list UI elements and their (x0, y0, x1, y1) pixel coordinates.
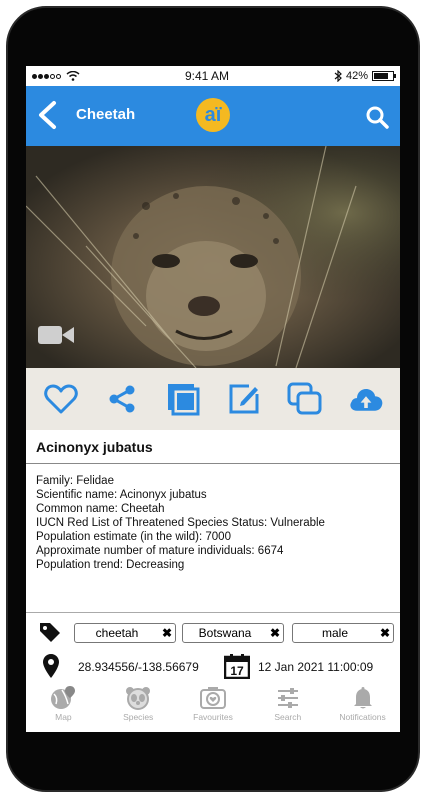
signal-icon (32, 70, 62, 82)
sliders-icon (277, 688, 298, 708)
nav-label: Species (123, 712, 154, 722)
datetime: 12 Jan 2021 11:00:09 (258, 660, 374, 674)
calendar-day: 17 (230, 664, 244, 678)
action-bar (26, 368, 400, 430)
species-details: Family: Felidae Scientific name: Acinony… (26, 464, 400, 612)
nav-item-favourites[interactable]: Favourites (176, 686, 250, 722)
coordinates: 28.934556/-138.56679 (78, 660, 199, 674)
remove-tag-icon[interactable]: ✖ (267, 626, 283, 640)
screen: 9:41 AM 42% Cheetah aï Acinonyx jubatus … (26, 66, 400, 732)
globe-pin-icon (51, 686, 76, 709)
detail-line: Scientific name: Acinonyx jubatus (36, 489, 207, 501)
nav-item-search[interactable]: Search (251, 686, 325, 722)
detail-line: Common name: Cheetah (36, 503, 165, 515)
copy-button[interactable] (287, 381, 323, 417)
nav-label: Notifications (339, 712, 386, 722)
bell-icon (353, 687, 372, 709)
edit-button[interactable] (226, 381, 262, 417)
back-arrow-icon[interactable] (36, 100, 60, 130)
detail-line: Family: Felidae (36, 475, 114, 487)
share-icon (109, 385, 134, 413)
gallery-button[interactable] (165, 381, 201, 417)
battery-percent: 42% (345, 70, 368, 82)
tag-row: cheetah ✖ Botswana ✖ male ✖ (26, 621, 400, 643)
app-bar: Cheetah aï (26, 86, 400, 146)
location-datetime-row: 28.934556/-138.56679 17 12 Jan 2021 11:0… (26, 653, 400, 681)
nav-label: Search (274, 712, 302, 722)
photo-image (26, 146, 400, 368)
share-button[interactable] (104, 381, 140, 417)
nav-label: Map (55, 712, 72, 722)
gallery-icon (167, 384, 199, 416)
tag-label: Botswana (198, 626, 252, 640)
status-time: 9:41 AM (184, 69, 229, 83)
page-title: Cheetah (76, 106, 136, 123)
tag-label: male (321, 626, 348, 640)
cloud-upload-icon (349, 388, 382, 411)
nav-item-notifications[interactable]: Notifications (326, 686, 400, 722)
app-logo: aï (196, 98, 230, 132)
detail-line: Population trend: Decreasing (36, 559, 185, 571)
calendar-icon[interactable]: 17 (224, 653, 250, 679)
heart-icon (43, 384, 78, 414)
status-bar: 9:41 AM 42% (26, 66, 400, 86)
copy-icon (287, 382, 321, 415)
favourite-button[interactable] (43, 381, 79, 417)
remove-tag-icon[interactable]: ✖ (377, 626, 393, 640)
battery-icon (372, 71, 396, 81)
tag-chip[interactable]: Botswana ✖ (182, 623, 284, 643)
tag-chip[interactable]: cheetah ✖ (74, 623, 176, 643)
edit-icon (229, 384, 258, 414)
video-camera-icon[interactable] (38, 322, 74, 348)
species-photo[interactable] (26, 146, 400, 368)
wifi-icon (66, 71, 80, 81)
search-icon[interactable] (364, 104, 390, 130)
panda-icon (126, 687, 151, 710)
nav-item-species[interactable]: Species (101, 686, 175, 722)
tag-label: cheetah (95, 626, 139, 640)
status-right: 42% (334, 70, 396, 82)
upload-button[interactable] (348, 381, 384, 417)
bluetooth-icon (334, 70, 342, 82)
detail-line: Population estimate (in the wild): 7000 (36, 531, 231, 543)
tag-icon (40, 623, 60, 642)
detail-line: Approximate number of mature individuals… (36, 545, 284, 557)
tag-chip[interactable]: male ✖ (292, 623, 394, 643)
nav-item-map[interactable]: Map (26, 686, 100, 722)
favourites-camera-icon (199, 687, 226, 709)
signal-group (32, 70, 80, 82)
species-heading: Acinonyx jubatus (26, 430, 400, 464)
detail-line: IUCN Red List of Threatened Species Stat… (36, 517, 325, 529)
location-pin-icon (43, 654, 59, 678)
bottom-nav: Map Species Favourites Search Notificati… (26, 680, 400, 732)
nav-label: Favourites (193, 712, 233, 722)
remove-tag-icon[interactable]: ✖ (159, 626, 175, 640)
